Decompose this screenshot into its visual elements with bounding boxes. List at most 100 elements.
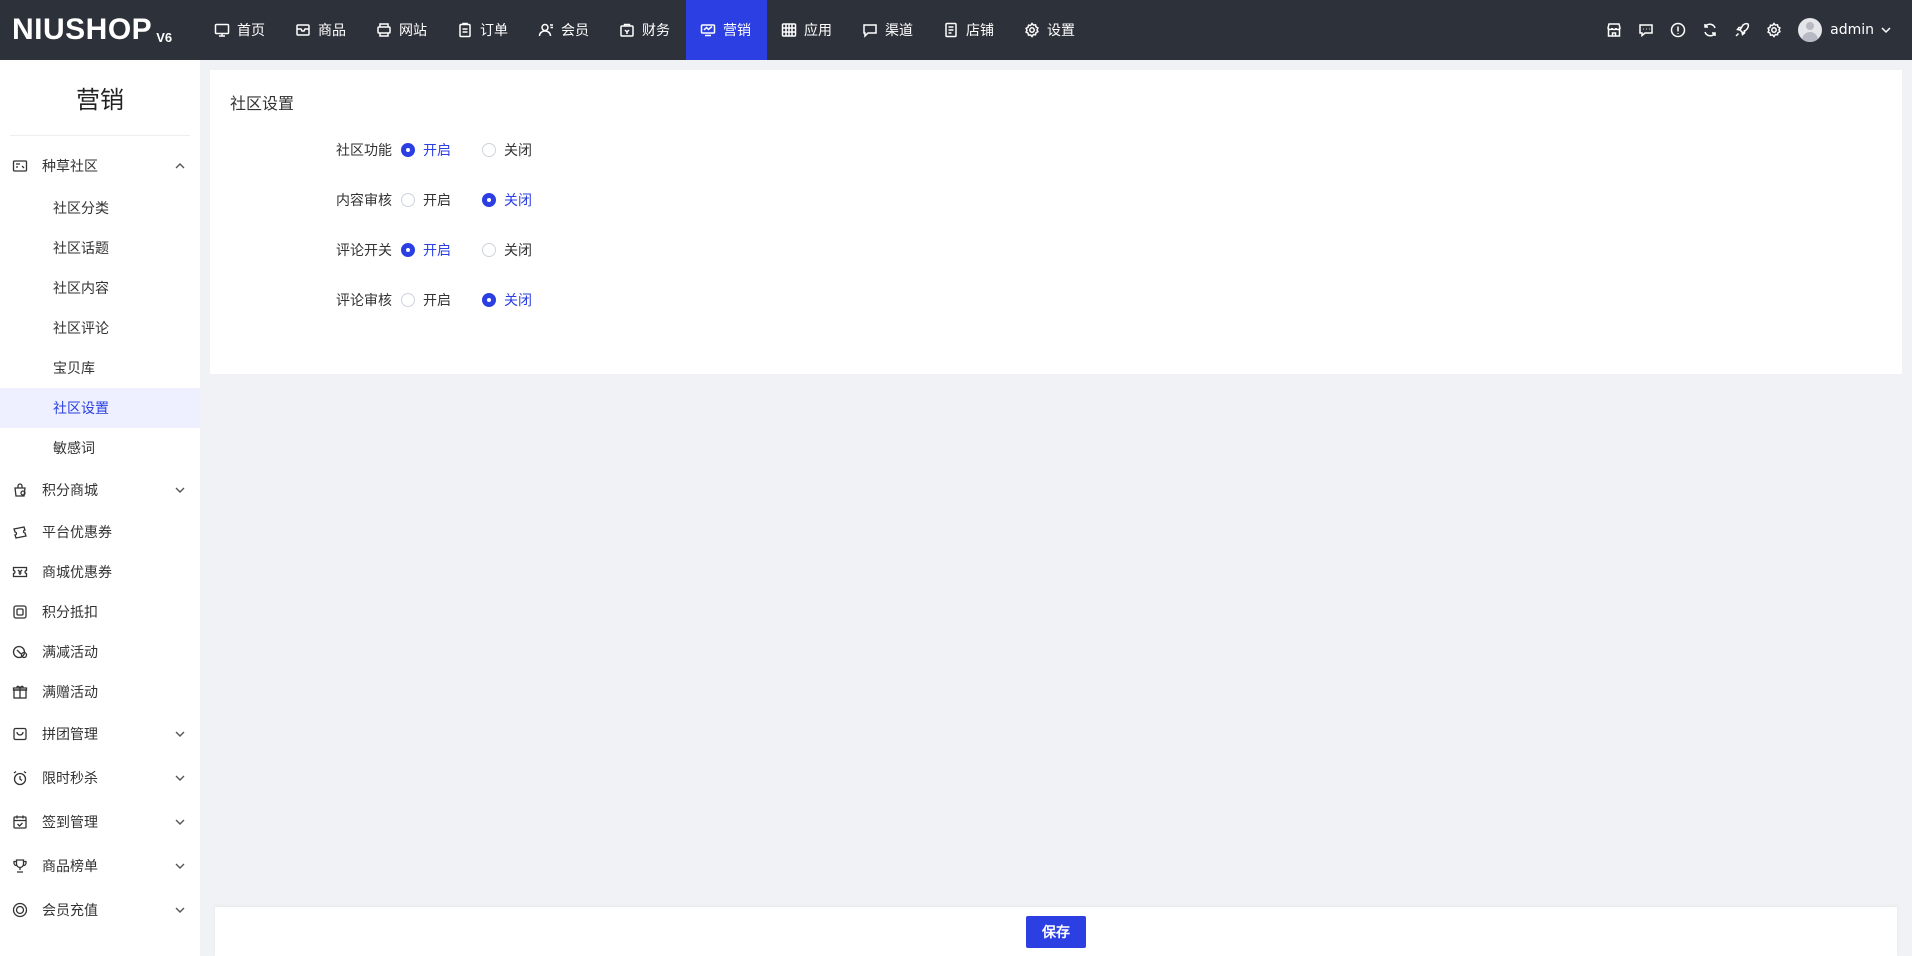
- box-icon: [296, 24, 310, 36]
- radio-comment-review-off[interactable]: 关闭: [482, 290, 533, 310]
- nav-item-website[interactable]: 网站: [362, 0, 443, 60]
- message-icon[interactable]: [1630, 14, 1662, 46]
- store-icon[interactable]: [1598, 14, 1630, 46]
- nav-item-settings[interactable]: 设置: [1010, 0, 1091, 60]
- sidebar-group-points-mall[interactable]: 积分商城: [0, 468, 200, 512]
- brand-name: NIUSHOP: [12, 13, 153, 46]
- sidebar-group-sign-in[interactable]: 签到管理: [0, 800, 200, 844]
- radio-label: 关闭: [504, 143, 532, 159]
- sidebar-title: 营销: [10, 60, 190, 136]
- sidebar-item-product-library[interactable]: 宝贝库: [0, 348, 200, 388]
- radio-dot: [401, 143, 415, 157]
- sidebar-group-member-recharge[interactable]: 会员充值: [0, 888, 200, 932]
- radio-community-function-on[interactable]: 开启: [401, 140, 452, 160]
- save-button[interactable]: 保存: [1026, 915, 1086, 948]
- footer-bar: 保存: [215, 907, 1897, 956]
- nav-item-orders[interactable]: 订单: [443, 0, 524, 60]
- nav-item-goods[interactable]: 商品: [281, 0, 362, 60]
- chevron-down-icon: [175, 819, 185, 825]
- deduction-icon: [13, 605, 27, 619]
- bag-icon: [620, 23, 634, 37]
- sidebar-group-label: 商城优惠券: [42, 565, 112, 581]
- coupon-icon: [13, 526, 27, 539]
- community-icon: [12, 160, 28, 172]
- chevron-down-icon: [175, 907, 185, 913]
- sidebar-group-label: 商品榜单: [42, 859, 98, 875]
- username: admin: [1830, 22, 1874, 38]
- printer-icon: [377, 23, 391, 37]
- form-label: 内容审核: [336, 193, 392, 209]
- sidebar-item-full-gift[interactable]: 满赠活动: [0, 672, 200, 712]
- radio-label: 关闭: [504, 243, 532, 259]
- nav-item-home[interactable]: 首页: [200, 0, 281, 60]
- sidebar-group-flash-sale[interactable]: 限时秒杀: [0, 756, 200, 800]
- radio-dot: [482, 193, 496, 207]
- sidebar-group-community[interactable]: 种草社区: [0, 144, 200, 188]
- chevron-down-icon: [175, 731, 185, 737]
- radio-label: 关闭: [504, 293, 532, 309]
- radio-dot: [482, 143, 496, 157]
- nav-label: 应用: [804, 23, 832, 39]
- form-row-comment-review: 评论审核 开启 关闭: [210, 290, 563, 310]
- nav-label: 会员: [561, 23, 589, 39]
- sidebar-group-label: 积分抵扣: [42, 605, 98, 621]
- radio-dot: [482, 243, 496, 257]
- radio-comment-switch-on[interactable]: 开启: [401, 240, 452, 260]
- chevron-up-icon: [175, 163, 185, 169]
- form-row-comment-switch: 评论开关 开启 关闭: [210, 240, 563, 260]
- radio-comment-review-on[interactable]: 开启: [401, 290, 452, 310]
- sidebar-item-sensitive-words[interactable]: 敏感词: [0, 428, 200, 468]
- page-title: 社区设置: [230, 94, 295, 113]
- sidebar-item-community-settings[interactable]: 社区设置: [0, 388, 200, 428]
- radio-label: 关闭: [504, 193, 532, 209]
- rocket-icon[interactable]: [1726, 14, 1758, 46]
- radio-dot: [401, 243, 415, 257]
- nav-item-apps[interactable]: 应用: [767, 0, 848, 60]
- refresh-icon[interactable]: [1694, 14, 1726, 46]
- radio-comment-switch-off[interactable]: 关闭: [482, 240, 533, 260]
- cart-icon: [13, 727, 27, 741]
- sidebar-group-product-ranking[interactable]: 商品榜单: [0, 844, 200, 888]
- recharge-icon: [12, 902, 28, 918]
- chevron-down-icon: [175, 487, 185, 493]
- list-icon: [945, 22, 957, 38]
- sidebar-item-full-reduction[interactable]: 满减活动: [0, 632, 200, 672]
- sidebar-group-group-buy[interactable]: 拼团管理: [0, 712, 200, 756]
- settings-icon[interactable]: [1758, 14, 1790, 46]
- radio-content-review-off[interactable]: 关闭: [482, 190, 533, 210]
- user-menu[interactable]: admin: [1798, 18, 1892, 42]
- form-label: 评论开关: [336, 243, 392, 259]
- sidebar: 营销 种草社区 社区分类 社区话题 社区内容 社区评论 宝贝库 社区设置 敏感词…: [0, 60, 200, 956]
- nav-item-finance[interactable]: 财务: [605, 0, 686, 60]
- sidebar-item-platform-coupon[interactable]: 平台优惠券: [0, 512, 200, 552]
- form-row-content-review: 内容审核 开启 关闭: [210, 190, 563, 210]
- logo[interactable]: NIUSHOP V6: [0, 15, 200, 45]
- discount-icon: [12, 645, 28, 659]
- ticket-icon: [12, 566, 28, 578]
- sidebar-item-community-category[interactable]: 社区分类: [0, 188, 200, 228]
- sidebar-item-community-content[interactable]: 社区内容: [0, 268, 200, 308]
- form-label: 社区功能: [336, 143, 392, 159]
- alarm-clock-icon: [13, 770, 27, 786]
- sidebar-group-label: 会员充值: [42, 903, 98, 919]
- sidebar-group-label: 限时秒杀: [42, 771, 98, 787]
- sidebar-item-community-comment[interactable]: 社区评论: [0, 308, 200, 348]
- sidebar-group-label: 平台优惠券: [42, 525, 112, 541]
- info-icon[interactable]: [1662, 14, 1694, 46]
- nav-item-channels[interactable]: 渠道: [848, 0, 929, 60]
- nav-item-store[interactable]: 店铺: [929, 0, 1010, 60]
- trophy-icon: [13, 859, 27, 873]
- radio-label: 开启: [423, 193, 451, 209]
- screen-icon: [863, 24, 877, 38]
- sidebar-group-label: 满赠活动: [42, 685, 98, 701]
- nav-label: 财务: [642, 23, 670, 39]
- nav-item-members[interactable]: 会员: [524, 0, 605, 60]
- radio-community-function-off[interactable]: 关闭: [482, 140, 533, 160]
- sidebar-item-community-topic[interactable]: 社区话题: [0, 228, 200, 268]
- radio-content-review-on[interactable]: 开启: [401, 190, 452, 210]
- nav-item-marketing[interactable]: 营销: [686, 0, 767, 60]
- sidebar-item-mall-coupon[interactable]: 商城优惠券: [0, 552, 200, 592]
- sidebar-item-points-deduction[interactable]: 积分抵扣: [0, 592, 200, 632]
- sidebar-group-label: 种草社区: [42, 159, 98, 175]
- radio-dot: [482, 293, 496, 307]
